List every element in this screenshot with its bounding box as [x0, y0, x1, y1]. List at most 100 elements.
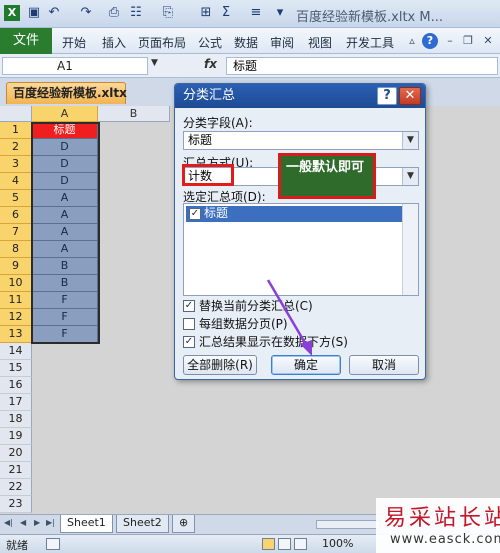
row-header[interactable]: 21 [0, 462, 32, 479]
tab-review[interactable]: 审阅 [270, 34, 294, 51]
field-select[interactable]: 标题 ▼ [183, 131, 419, 150]
first-sheet-icon[interactable]: ◀| [4, 518, 13, 527]
quick-access-dropdown-icon[interactable]: ▾ [272, 5, 288, 21]
row-header[interactable]: 5 [0, 190, 32, 207]
table-cell[interactable]: D [32, 139, 98, 156]
table-cell[interactable]: A [32, 224, 98, 241]
tab-formulas[interactable]: 公式 [198, 34, 222, 51]
table-cell[interactable]: F [32, 292, 98, 309]
help-icon[interactable]: ? [422, 33, 438, 49]
checkbox-checked-icon[interactable]: ✓ [183, 335, 195, 348]
table-cell[interactable]: B [32, 275, 98, 292]
print-preview-icon[interactable]: ⎙ [106, 5, 122, 21]
row-header[interactable]: 19 [0, 428, 32, 445]
ok-button[interactable]: 确定 [271, 355, 341, 375]
minimize-window-icon[interactable]: – [442, 33, 458, 49]
field-select-value: 标题 [188, 133, 213, 147]
borders-icon[interactable]: ⊞ [198, 5, 214, 21]
normal-view-icon[interactable] [262, 538, 275, 550]
row-header[interactable]: 3 [0, 156, 32, 173]
table-cell[interactable]: A [32, 207, 98, 224]
chevron-down-icon[interactable]: ▼ [402, 132, 418, 149]
chevron-down-icon[interactable]: ▼ [402, 168, 418, 185]
dialog-close-button[interactable]: ✕ [399, 87, 421, 105]
row-header[interactable]: 15 [0, 360, 32, 377]
checkbox-checked-icon[interactable]: ✓ [183, 299, 195, 312]
annotation-note: 一般默认即可 [278, 153, 376, 199]
list-item[interactable]: ✓ 标题 [186, 206, 402, 222]
tab-view[interactable]: 视图 [308, 34, 332, 51]
header-cell[interactable]: 标题 [32, 122, 98, 139]
select-all-corner[interactable] [0, 106, 32, 122]
macro-record-icon[interactable] [46, 538, 60, 550]
list-scrollbar[interactable] [402, 204, 418, 295]
column-header-a[interactable]: A [32, 106, 98, 122]
row-header[interactable]: 14 [0, 343, 32, 360]
tab-insert[interactable]: 插入 [102, 34, 126, 51]
new-sheet-icon[interactable]: ⊕ [172, 515, 196, 533]
file-tab[interactable]: 文件 [0, 28, 52, 54]
close-window-icon[interactable]: ✕ [480, 33, 496, 49]
row-header[interactable]: 20 [0, 445, 32, 462]
insert-function-icon[interactable]: fx [204, 57, 217, 71]
undo-icon[interactable]: ↶ [46, 5, 62, 21]
table-cell[interactable]: F [32, 326, 98, 343]
row-header[interactable]: 13 [0, 326, 32, 343]
remove-all-button[interactable]: 全部删除(R) [183, 355, 257, 375]
tab-sheet2[interactable]: Sheet2 [116, 515, 169, 533]
tab-home[interactable]: 开始 [62, 34, 86, 51]
name-box-dropdown-icon[interactable]: ▼ [151, 58, 158, 68]
page-break-view-icon[interactable] [294, 538, 307, 550]
row-header[interactable]: 4 [0, 173, 32, 190]
row-header[interactable]: 22 [0, 479, 32, 496]
name-box[interactable]: A1 [2, 57, 148, 75]
printer-icon[interactable]: ⎘ [160, 5, 176, 21]
row-header[interactable]: 1 [0, 122, 32, 139]
tab-page-layout[interactable]: 页面布局 [138, 34, 186, 51]
last-sheet-icon[interactable]: ▶| [46, 518, 55, 527]
save-icon[interactable]: ▣ [26, 5, 42, 21]
formula-input[interactable]: 标题 [226, 57, 498, 75]
table-cell[interactable]: F [32, 309, 98, 326]
title-bar: X ▣ ↶ ↷ ⎙ ☷ ⎘ ⊞ Σ ≡ ▾ 百度经验新模板.xltx M... [0, 0, 500, 28]
row-header[interactable]: 7 [0, 224, 32, 241]
row-header[interactable]: 6 [0, 207, 32, 224]
row-header[interactable]: 16 [0, 377, 32, 394]
prev-sheet-icon[interactable]: ◀ [20, 518, 26, 527]
autosum-icon[interactable]: Σ [218, 5, 234, 21]
tab-sheet1[interactable]: Sheet1 [60, 515, 113, 533]
column-header-b[interactable]: B [98, 106, 170, 122]
page-layout-view-icon[interactable] [278, 538, 291, 550]
row-header[interactable]: 9 [0, 258, 32, 275]
row-header[interactable]: 2 [0, 139, 32, 156]
horizontal-scrollbar[interactable] [316, 520, 380, 529]
workbook-tab[interactable]: 百度经验新模板.xltx [6, 82, 127, 104]
table-cell[interactable]: A [32, 241, 98, 258]
wrap-text-icon[interactable]: ≡ [248, 5, 264, 21]
row-header[interactable]: 12 [0, 309, 32, 326]
highlight-box [182, 164, 234, 186]
zoom-level[interactable]: 100% [322, 537, 353, 550]
table-cell[interactable]: D [32, 173, 98, 190]
checkbox-unchecked-icon[interactable] [183, 317, 195, 330]
table-cell[interactable]: A [32, 190, 98, 207]
row-header[interactable]: 23 [0, 496, 32, 513]
tab-data[interactable]: 数据 [234, 34, 258, 51]
row-header[interactable]: 8 [0, 241, 32, 258]
dialog-help-button[interactable]: ? [377, 87, 397, 105]
tab-developer[interactable]: 开发工具 [346, 34, 394, 51]
table-cell[interactable]: D [32, 156, 98, 173]
row-header[interactable]: 10 [0, 275, 32, 292]
checkbox-checked-icon[interactable]: ✓ [189, 208, 201, 220]
next-sheet-icon[interactable]: ▶ [34, 518, 40, 527]
ribbon-minimize-icon[interactable]: ▵ [404, 33, 420, 49]
form-icon[interactable]: ☷ [128, 5, 144, 21]
status-ready: 就绪 [6, 539, 28, 552]
restore-window-icon[interactable]: ❐ [460, 33, 476, 49]
table-cell[interactable]: B [32, 258, 98, 275]
row-header[interactable]: 18 [0, 411, 32, 428]
cancel-button[interactable]: 取消 [349, 355, 419, 375]
row-header[interactable]: 11 [0, 292, 32, 309]
redo-icon[interactable]: ↷ [78, 5, 94, 21]
row-header[interactable]: 17 [0, 394, 32, 411]
